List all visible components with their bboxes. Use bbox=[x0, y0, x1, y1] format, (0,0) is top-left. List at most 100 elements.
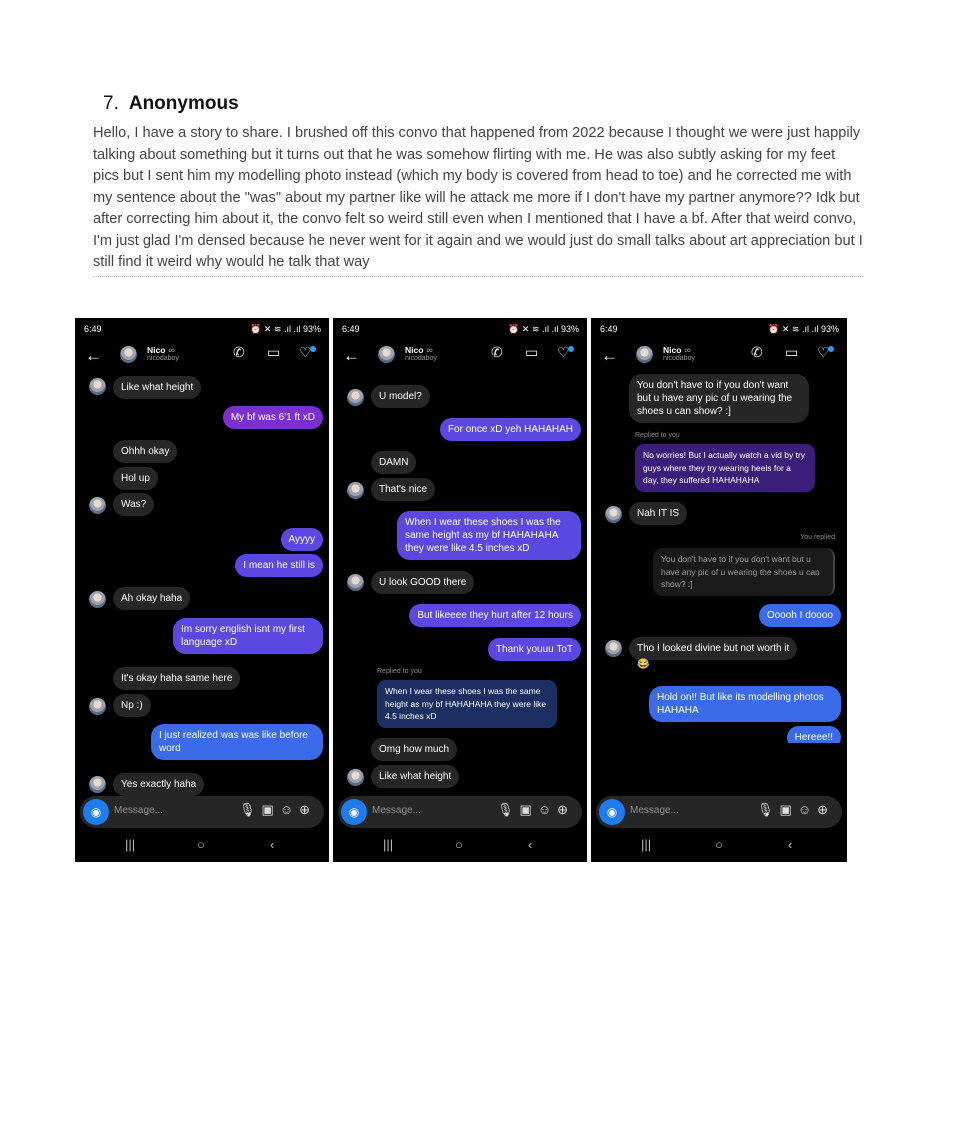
recent-apps-icon[interactable]: ||| bbox=[125, 837, 135, 852]
camera-icon[interactable]: ◉ bbox=[341, 799, 367, 825]
avatar bbox=[89, 698, 106, 715]
android-nav-bar: ||| ○ ‹ bbox=[591, 828, 847, 862]
contact-name[interactable]: Nico ∞ bbox=[405, 345, 433, 355]
message-bubble[interactable]: When I wear these shoes I was the same h… bbox=[397, 511, 581, 560]
message-bubble[interactable]: I just realized was was like before word bbox=[151, 724, 323, 760]
message-bubble[interactable]: For once xD yeh HAHAHAH bbox=[439, 418, 581, 441]
status-icons: ⏰ ✕ ≋ .ıl .ıl 93% bbox=[250, 324, 321, 334]
notification-dot bbox=[310, 346, 316, 352]
camera-icon[interactable]: ◉ bbox=[599, 799, 625, 825]
replied-message[interactable]: When I wear these shoes I was the same h… bbox=[377, 680, 557, 728]
link-icon: ∞ bbox=[684, 345, 691, 355]
video-icon[interactable]: ▭ bbox=[267, 344, 280, 361]
reply-note: Replied to you bbox=[377, 668, 422, 675]
message-bubble[interactable]: Tho I looked divine but not worth it bbox=[629, 637, 798, 660]
back-arrow-icon[interactable]: ← bbox=[85, 346, 102, 366]
reply-note: Replied to you bbox=[635, 432, 680, 439]
message-bubble[interactable]: Like what height bbox=[371, 765, 460, 788]
home-icon[interactable]: ○ bbox=[455, 837, 463, 852]
message-bubble[interactable]: Hol up bbox=[113, 467, 158, 490]
status-time: 6:49 bbox=[84, 324, 102, 334]
status-time: 6:49 bbox=[342, 324, 360, 334]
home-icon[interactable]: ○ bbox=[715, 837, 723, 852]
message-bubble[interactable]: Omg how much bbox=[371, 738, 458, 761]
back-icon[interactable]: ‹ bbox=[270, 837, 274, 852]
avatar[interactable] bbox=[378, 346, 395, 363]
message-bubble[interactable]: Thank youuu ToT bbox=[487, 638, 581, 661]
message-list: U model? For once xD yeh HAHAHAH DAMN Th… bbox=[333, 376, 587, 794]
contact-username: nicodaboy bbox=[147, 355, 179, 362]
message-bubble[interactable]: But likeeee they hurt after 12 hours bbox=[409, 604, 581, 627]
message-list: You don't have to if you don't want but … bbox=[591, 374, 847, 794]
message-bubble[interactable]: Was? bbox=[113, 493, 155, 516]
camera-icon[interactable]: ◉ bbox=[83, 799, 109, 825]
message-bubble[interactable]: Ohhh okay bbox=[113, 440, 178, 463]
avatar bbox=[347, 482, 364, 499]
recent-apps-icon[interactable]: ||| bbox=[641, 837, 651, 852]
video-icon[interactable]: ▭ bbox=[525, 344, 538, 361]
reply-note: You replied bbox=[800, 534, 835, 541]
back-icon[interactable]: ‹ bbox=[528, 837, 532, 852]
avatar bbox=[89, 378, 106, 395]
status-time: 6:49 bbox=[600, 324, 618, 334]
message-bubble[interactable]: You don't have to if you don't want but … bbox=[629, 374, 809, 423]
replied-message[interactable]: No worries! But I actually watch a vid b… bbox=[635, 444, 815, 492]
document-title: 7. Anonymous bbox=[103, 93, 239, 115]
quoted-message[interactable]: You don't have to if you don't want but … bbox=[653, 548, 835, 596]
phone-icon[interactable]: ✆ bbox=[751, 344, 763, 361]
android-nav-bar: ||| ○ ‹ bbox=[75, 828, 329, 862]
document-body: Hello, I have a story to share. I brushe… bbox=[93, 123, 863, 277]
message-bubble[interactable]: Ayyyy bbox=[280, 528, 323, 551]
message-composer[interactable]: ◉ Message... 🎙︎▣☺⊕ bbox=[80, 796, 324, 828]
message-bubble[interactable]: Im sorry english isnt my first language … bbox=[173, 618, 323, 654]
contact-name[interactable]: Nico ∞ bbox=[663, 345, 691, 355]
message-bubble[interactable]: My bf was 6'1 ft xD bbox=[222, 406, 323, 429]
message-bubble[interactable]: Ah okay haha bbox=[113, 587, 191, 610]
back-arrow-icon[interactable]: ← bbox=[601, 346, 618, 366]
message-composer[interactable]: ◉ Message... 🎙︎▣☺⊕ bbox=[338, 796, 582, 828]
avatar[interactable] bbox=[120, 346, 137, 363]
phone-icon[interactable]: ✆ bbox=[233, 344, 245, 361]
back-icon[interactable]: ‹ bbox=[788, 837, 792, 852]
message-list: Like what height My bf was 6'1 ft xD Ohh… bbox=[75, 376, 329, 796]
screenshot-2: 6:49 ⏰ ✕ ≋ .ıl .ıl 93% ← Nico ∞ nicodaboy… bbox=[333, 318, 587, 862]
message-bubble[interactable]: It's okay haha same here bbox=[113, 667, 241, 690]
message-bubble[interactable]: Hold on!! But like its modelling photos … bbox=[649, 686, 841, 722]
video-icon[interactable]: ▭ bbox=[785, 344, 798, 361]
contact-username: nicodaboy bbox=[405, 355, 437, 362]
link-icon: ∞ bbox=[426, 345, 433, 355]
status-bar: 6:49 ⏰ ✕ ≋ .ıl .ıl 93% bbox=[75, 318, 329, 340]
message-bubble[interactable]: Np :) bbox=[113, 694, 151, 717]
message-bubble[interactable]: U model? bbox=[371, 385, 430, 408]
avatar bbox=[347, 769, 364, 786]
message-bubble[interactable]: Like what height bbox=[113, 376, 202, 399]
back-arrow-icon[interactable]: ← bbox=[343, 346, 360, 366]
message-composer[interactable]: ◉ Message... 🎙︎▣☺⊕ bbox=[596, 796, 842, 828]
avatar bbox=[89, 776, 106, 793]
composer-icons[interactable]: 🎙︎▣☺⊕ bbox=[757, 802, 834, 818]
chat-header: ← Nico ∞ nicodaboy ✆ ▭ ♡ bbox=[333, 340, 587, 376]
phone-icon[interactable]: ✆ bbox=[491, 344, 503, 361]
link-icon: ∞ bbox=[168, 345, 175, 355]
message-bubble[interactable]: Nah IT IS bbox=[629, 502, 688, 525]
contact-name[interactable]: Nico ∞ bbox=[147, 345, 175, 355]
home-icon[interactable]: ○ bbox=[197, 837, 205, 852]
message-input[interactable]: Message... bbox=[630, 805, 679, 816]
screenshot-1: 6:49 ⏰ ✕ ≋ .ıl .ıl 93% ← Nico ∞ nicodaboy… bbox=[75, 318, 329, 862]
message-input[interactable]: Message... bbox=[372, 805, 421, 816]
item-number: 7. bbox=[103, 93, 119, 114]
contact-username: nicodaboy bbox=[663, 355, 695, 362]
composer-icons[interactable]: 🎙︎▣☺⊕ bbox=[239, 802, 316, 818]
message-bubble[interactable]: I mean he still is bbox=[235, 554, 323, 577]
composer-icons[interactable]: 🎙︎▣☺⊕ bbox=[497, 802, 574, 818]
message-bubble[interactable]: DAMN bbox=[371, 451, 417, 474]
message-bubble[interactable]: That's nice bbox=[371, 478, 436, 501]
recent-apps-icon[interactable]: ||| bbox=[383, 837, 393, 852]
message-bubble[interactable]: Ooooh I doooo bbox=[758, 604, 841, 627]
avatar[interactable] bbox=[636, 346, 653, 363]
avatar bbox=[89, 497, 106, 514]
message-input[interactable]: Message... bbox=[114, 805, 163, 816]
message-bubble[interactable]: Yes exactly haha bbox=[113, 773, 205, 796]
status-bar: 6:49 ⏰ ✕ ≋ .ıl .ıl 93% bbox=[333, 318, 587, 340]
message-bubble[interactable]: U look GOOD there bbox=[371, 571, 475, 594]
